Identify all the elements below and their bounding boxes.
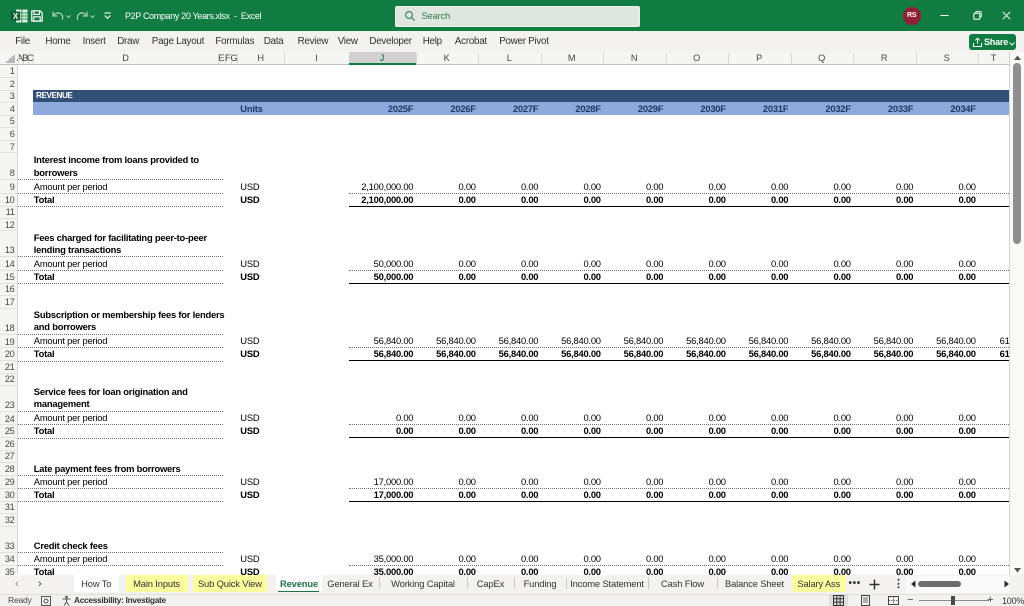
svg-text:X: X (12, 12, 18, 21)
